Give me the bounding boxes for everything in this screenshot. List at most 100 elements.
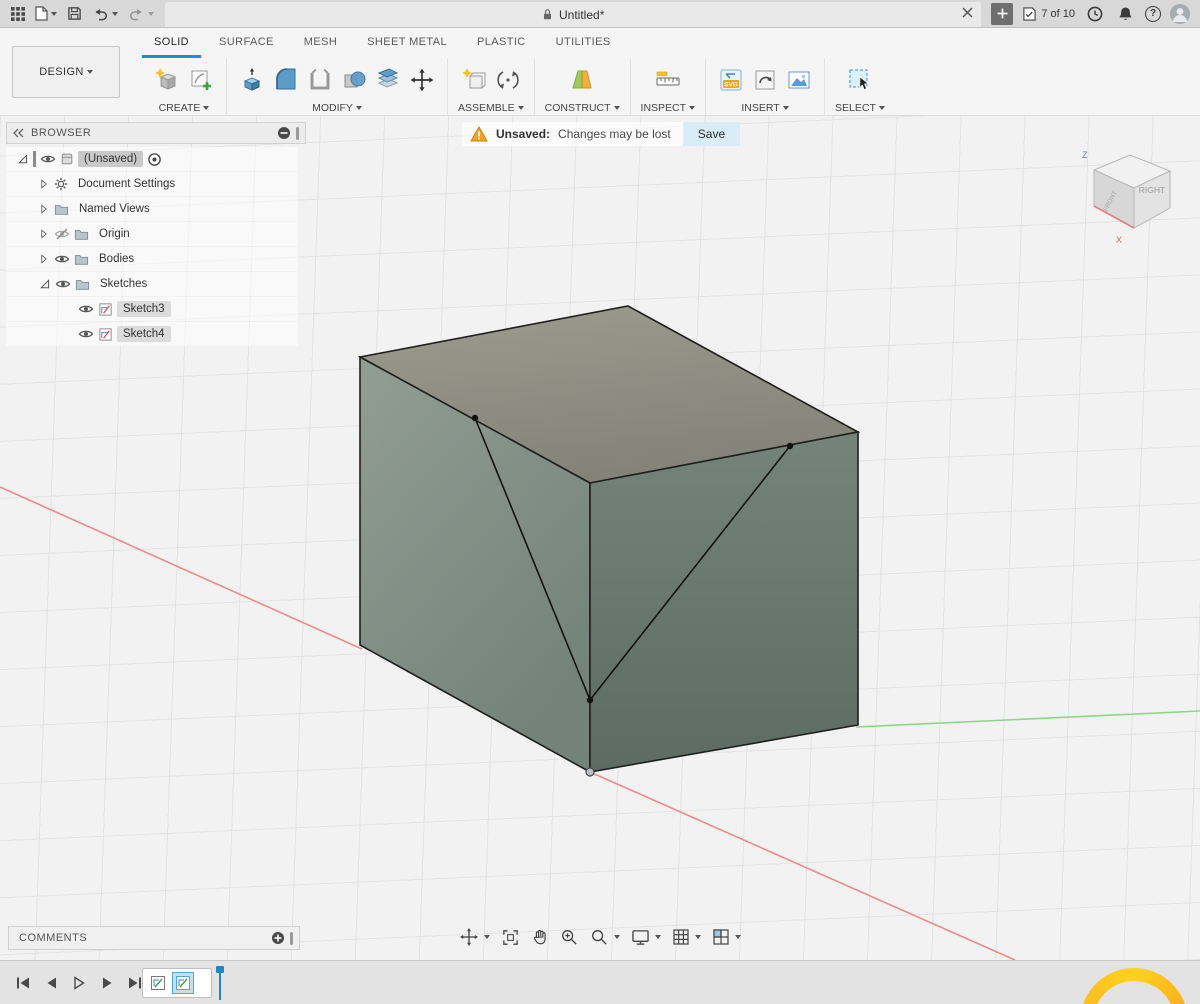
insert-canvas-icon[interactable] xyxy=(784,63,814,97)
tree-row-sketch4[interactable]: Sketch4 xyxy=(6,322,298,346)
create-form-icon[interactable] xyxy=(152,63,182,97)
tree-row-root[interactable]: (Unsaved) xyxy=(6,147,298,171)
visibility-eye-icon[interactable] xyxy=(78,326,94,342)
visibility-eye-icon[interactable] xyxy=(54,251,70,267)
tab-utilities[interactable]: UTILITIES xyxy=(544,28,623,58)
help-icon[interactable]: ? xyxy=(1145,6,1161,22)
select-icon[interactable] xyxy=(845,63,875,97)
select-dropdown[interactable]: SELECT xyxy=(835,100,885,116)
activate-radio-icon[interactable] xyxy=(147,152,162,167)
grid-snap-settings[interactable] xyxy=(669,926,704,948)
comments-bar[interactable]: COMMENTS xyxy=(8,926,300,950)
expanded-arrow-icon[interactable] xyxy=(16,153,29,166)
modify-dropdown[interactable]: MODIFY xyxy=(312,100,362,116)
group-label: CONSTRUCT xyxy=(545,102,611,114)
add-comment-icon[interactable] xyxy=(271,931,285,945)
tree-row-bodies[interactable]: Bodies xyxy=(6,247,298,271)
model-viewport[interactable]: BROWSER (Unsaved) xyxy=(0,116,1200,960)
move-copy-icon[interactable] xyxy=(407,63,437,97)
insert-derive-icon[interactable] xyxy=(750,63,780,97)
collapsed-arrow-icon[interactable] xyxy=(38,228,50,240)
browser-header[interactable]: BROWSER xyxy=(6,122,306,144)
timeline-position-marker[interactable] xyxy=(216,966,224,1000)
timeline-go-to-start-button[interactable] xyxy=(12,972,34,994)
workspace-selector[interactable]: DESIGN xyxy=(12,46,120,98)
display-settings[interactable] xyxy=(628,927,664,948)
collapsed-arrow-icon[interactable] xyxy=(38,203,50,215)
collapsed-arrow-icon[interactable] xyxy=(38,178,50,190)
collapsed-arrow-icon[interactable] xyxy=(38,253,50,265)
model-right-face[interactable] xyxy=(590,432,858,772)
document-icon xyxy=(60,152,74,166)
viewports-settings[interactable] xyxy=(709,926,744,948)
construct-plane-icon[interactable] xyxy=(567,63,597,97)
tab-surface[interactable]: SURFACE xyxy=(207,28,286,58)
orbit-tool[interactable] xyxy=(456,925,493,949)
user-avatar[interactable] xyxy=(1170,4,1190,24)
tree-row-named-views[interactable]: Named Views xyxy=(6,197,298,221)
titlebar: Untitled* 7 of 10 ? xyxy=(0,0,1200,28)
document-tab[interactable]: Untitled* xyxy=(165,2,981,27)
sketch-point[interactable] xyxy=(472,415,478,421)
expanded-arrow-icon[interactable] xyxy=(38,278,51,291)
viewcube[interactable]: Z RIGHT FRONT X xyxy=(1076,140,1188,252)
offset-face-icon[interactable] xyxy=(373,63,403,97)
sketch-point[interactable] xyxy=(787,443,793,449)
panel-resize-grip[interactable] xyxy=(296,127,299,140)
fit-tool[interactable] xyxy=(498,926,523,949)
zoom-tool[interactable] xyxy=(587,926,623,949)
create-dropdown[interactable]: CREATE xyxy=(159,100,210,116)
pan-tool[interactable] xyxy=(528,926,552,948)
press-pull-icon[interactable] xyxy=(237,63,267,97)
shell-icon[interactable] xyxy=(305,63,335,97)
file-menu-icon[interactable] xyxy=(32,2,60,26)
joint-icon[interactable] xyxy=(493,63,523,97)
insert-dropdown[interactable]: INSERT xyxy=(741,100,788,116)
timeline-play-button[interactable] xyxy=(68,972,90,994)
look-at-tool[interactable] xyxy=(557,926,582,949)
timeline-step-back-button[interactable] xyxy=(40,972,62,994)
timeline-step-forward-button[interactable] xyxy=(96,972,118,994)
insert-svg-icon[interactable]: SVG xyxy=(716,63,746,97)
tree-row-sketches[interactable]: Sketches xyxy=(6,272,298,296)
save-icon[interactable] xyxy=(64,2,85,26)
root-document-label[interactable]: (Unsaved) xyxy=(78,151,143,167)
tab-plastic[interactable]: PLASTIC xyxy=(465,28,538,58)
redo-icon[interactable] xyxy=(125,2,157,26)
new-component-icon[interactable] xyxy=(459,63,489,97)
visibility-eye-icon[interactable] xyxy=(40,151,56,167)
sketch-point[interactable] xyxy=(587,697,593,703)
origin-point[interactable] xyxy=(586,768,594,776)
fillet-icon[interactable] xyxy=(271,63,301,97)
job-status[interactable]: 7 of 10 xyxy=(1022,7,1075,21)
combine-icon[interactable] xyxy=(339,63,369,97)
tab-sheet-metal[interactable]: SHEET METAL xyxy=(355,28,459,58)
visibility-off-eye-icon[interactable] xyxy=(54,226,70,242)
assemble-dropdown[interactable]: ASSEMBLE xyxy=(458,100,524,116)
undo-icon[interactable] xyxy=(89,2,121,26)
tree-row-sketch3[interactable]: Sketch3 xyxy=(6,297,298,321)
measure-icon[interactable] xyxy=(653,63,683,97)
tab-solid[interactable]: SOLID xyxy=(142,28,201,58)
tree-row-document-settings[interactable]: Document Settings xyxy=(6,172,298,196)
clock-icon[interactable] xyxy=(1084,2,1106,26)
new-document-button[interactable] xyxy=(991,3,1013,25)
inspect-dropdown[interactable]: INSPECT xyxy=(641,100,696,116)
collapse-panel-icon[interactable] xyxy=(13,128,25,138)
tab-mesh[interactable]: MESH xyxy=(292,28,349,58)
minimize-panel-icon[interactable] xyxy=(277,126,291,140)
app-grid-icon[interactable] xyxy=(8,2,28,26)
construct-dropdown[interactable]: CONSTRUCT xyxy=(545,100,620,116)
notification-bell-icon[interactable] xyxy=(1115,2,1136,26)
visibility-eye-icon[interactable] xyxy=(55,276,71,292)
save-button[interactable]: Save xyxy=(683,122,740,146)
browser-panel: BROWSER (Unsaved) xyxy=(6,122,306,347)
close-document-icon[interactable] xyxy=(962,7,973,18)
timeline-feature-sketch3[interactable] xyxy=(147,972,169,994)
panel-resize-grip[interactable] xyxy=(290,932,293,945)
tree-item-label: Bodies xyxy=(93,251,140,267)
timeline-feature-sketch4[interactable] xyxy=(172,972,194,994)
tree-row-origin[interactable]: Origin xyxy=(6,222,298,246)
visibility-eye-icon[interactable] xyxy=(78,301,94,317)
create-sketch-icon[interactable] xyxy=(186,63,216,97)
